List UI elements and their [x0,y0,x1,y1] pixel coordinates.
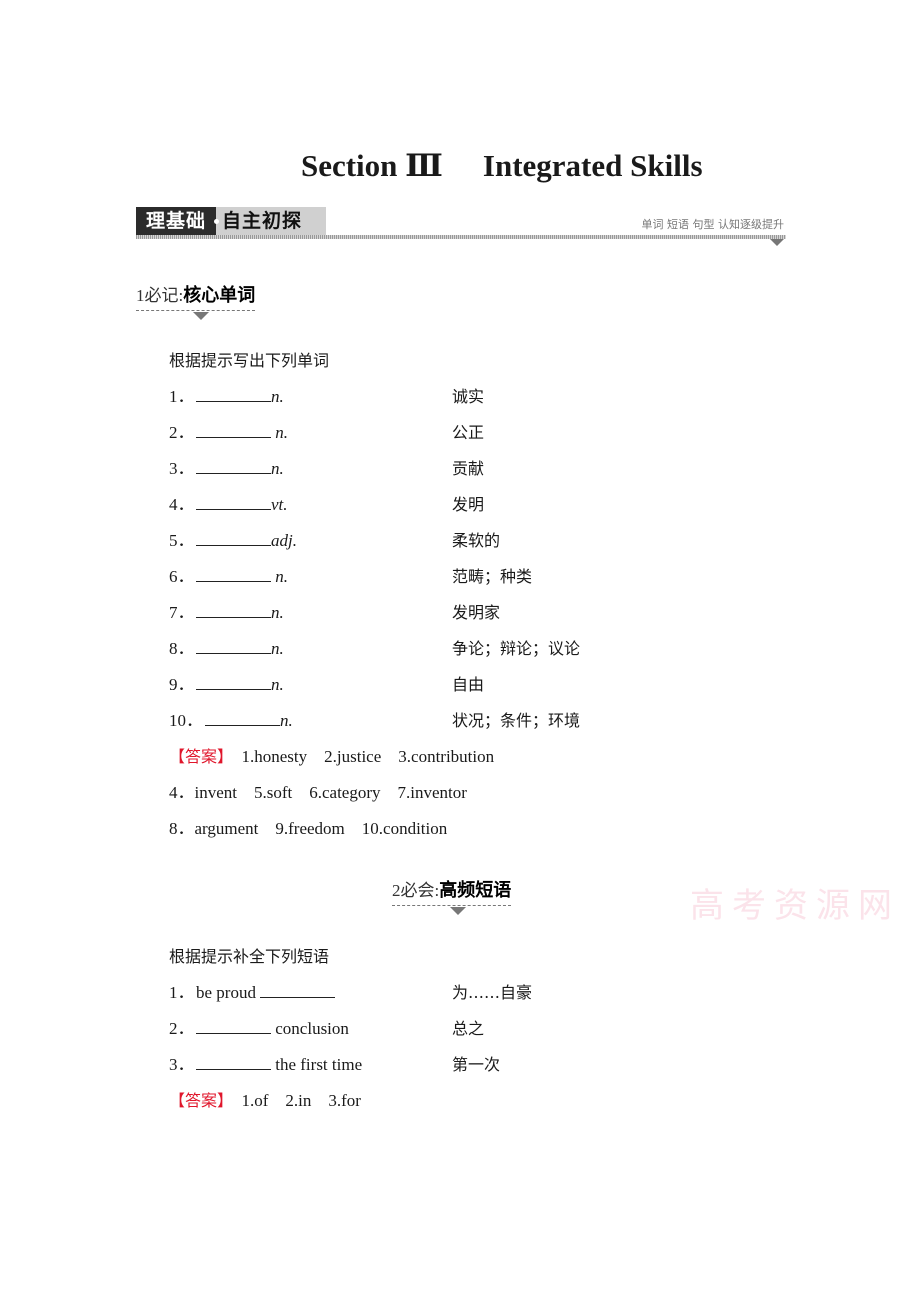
answer-blank[interactable] [196,1019,271,1034]
word-item: 6． n. [169,566,288,588]
phrase-meaning: 为……自豪 [452,983,533,1002]
part-of-speech: n. [271,423,288,442]
answer-blank[interactable] [196,603,271,618]
word-item: 5． adj. [169,530,297,552]
answer-blank[interactable] [260,983,336,998]
answer-blank[interactable] [205,711,280,726]
part-of-speech: n. [271,387,284,406]
answer-blank[interactable] [196,423,271,438]
word-item: 8． n. [169,638,284,660]
banner-light-label: 自主初探 [216,207,326,235]
answer-blank[interactable] [196,495,271,510]
item-number: 10． [169,711,203,730]
part-of-speech: adj. [271,531,297,550]
item-number: 6． [169,567,195,586]
part-of-speech: vt. [271,495,288,514]
word-meaning: 状况；条件；环境 [452,711,581,730]
word-meaning: 柔软的 [452,531,501,550]
part-of-speech: n. [271,567,288,586]
answer-blank[interactable] [196,675,271,690]
word-meaning: 自由 [452,675,485,694]
banner-subtitle: 单词 短语 句型 认知逐级提升 [641,218,785,231]
triangle-down-icon [193,312,209,320]
banner-dark-label: 理基础 [136,207,216,235]
answer-text: 1.of 2.in 3.for [241,1091,361,1110]
item-number: 5． [169,531,195,550]
title-name: Integrated Skills [482,148,703,183]
word-meaning: 争论；辩论；议论 [452,639,581,658]
phrase-before: be proud [196,983,261,1002]
word-item: 1． n. [169,386,284,408]
item-number: 9． [169,675,195,694]
answer-text: 8．argument 9.freedom 10.condition [169,819,448,838]
word-meaning: 贡献 [452,459,485,478]
word-meaning: 发明 [452,495,485,514]
answer-label: 【答案】 [169,747,234,766]
phrase-after: the first time [271,1055,363,1074]
triangle-down-icon [770,239,784,246]
item-number: 3． [169,1055,195,1074]
phrase-meaning: 总之 [452,1019,485,1038]
section1-instruction: 根据提示写出下列单词 [169,351,330,370]
section1-title: 核心单词 [183,285,256,306]
word-item: 3． n. [169,458,284,480]
item-number: 1． [169,387,195,406]
section1-heading: 1必记:核心单词 [136,281,256,320]
answer-blank[interactable] [196,459,271,474]
section2-title: 高频短语 [439,880,512,901]
section2-heading: 2必会:高频短语 [392,876,512,915]
part-of-speech: n. [271,639,284,658]
phrase-item: 1．be proud [169,982,336,1004]
item-number: 2． [169,423,195,442]
answer-blank[interactable] [196,639,271,654]
answer-line: 【答案】 1.honesty 2.justice 3.contribution [169,746,494,768]
word-item: 4． vt. [169,494,288,516]
item-number: 3． [169,459,195,478]
part-of-speech: n. [271,459,284,478]
section2-number: 2必会: [392,881,440,900]
word-meaning: 发明家 [452,603,501,622]
part-of-speech: n. [271,603,284,622]
item-number: 7． [169,603,195,622]
word-meaning: 诚实 [452,387,485,406]
watermark: 高考资源网 [690,886,900,926]
phrase-after: conclusion [271,1019,349,1038]
section1-number: 1必记: [136,286,184,305]
banner-dot [214,219,219,224]
word-item: 10． n. [169,710,293,732]
part-of-speech: n. [280,711,293,730]
item-number: 4． [169,495,195,514]
answer-blank[interactable] [196,1055,271,1070]
triangle-down-icon [450,907,466,915]
word-item: 7． n. [169,602,284,624]
answer-blank[interactable] [196,387,271,402]
part-of-speech: n. [271,675,284,694]
item-number: 1． [169,983,195,1002]
title-section: Section Ⅲ [300,148,443,183]
item-number: 2． [169,1019,195,1038]
word-meaning: 范畴；种类 [452,567,533,586]
dashed-underline [136,310,256,311]
answer-line: 【答案】 1.of 2.in 3.for [169,1090,361,1112]
answer-blank[interactable] [196,531,271,546]
item-number: 8． [169,639,195,658]
answer-blank[interactable] [196,567,271,582]
answer-label: 【答案】 [169,1091,234,1110]
dashed-underline [392,905,512,906]
phrase-meaning: 第一次 [452,1055,501,1074]
answer-text: 1.honesty 2.justice 3.contribution [241,747,495,766]
answer-text: 4．invent 5.soft 6.category 7.inventor [169,783,467,802]
word-meaning: 公正 [452,423,485,442]
phrase-item: 2． conclusion [169,1018,349,1040]
banner-rule [136,235,786,239]
page-title: Section Ⅲ Integrated Skills [0,112,920,184]
word-item: 9． n. [169,674,284,696]
section-banner: 理基础 自主初探 单词 短语 句型 认知逐级提升 [136,207,786,246]
word-item: 2． n. [169,422,288,444]
section2-instruction: 根据提示补全下列短语 [169,947,330,966]
phrase-item: 3． the first time [169,1054,362,1076]
